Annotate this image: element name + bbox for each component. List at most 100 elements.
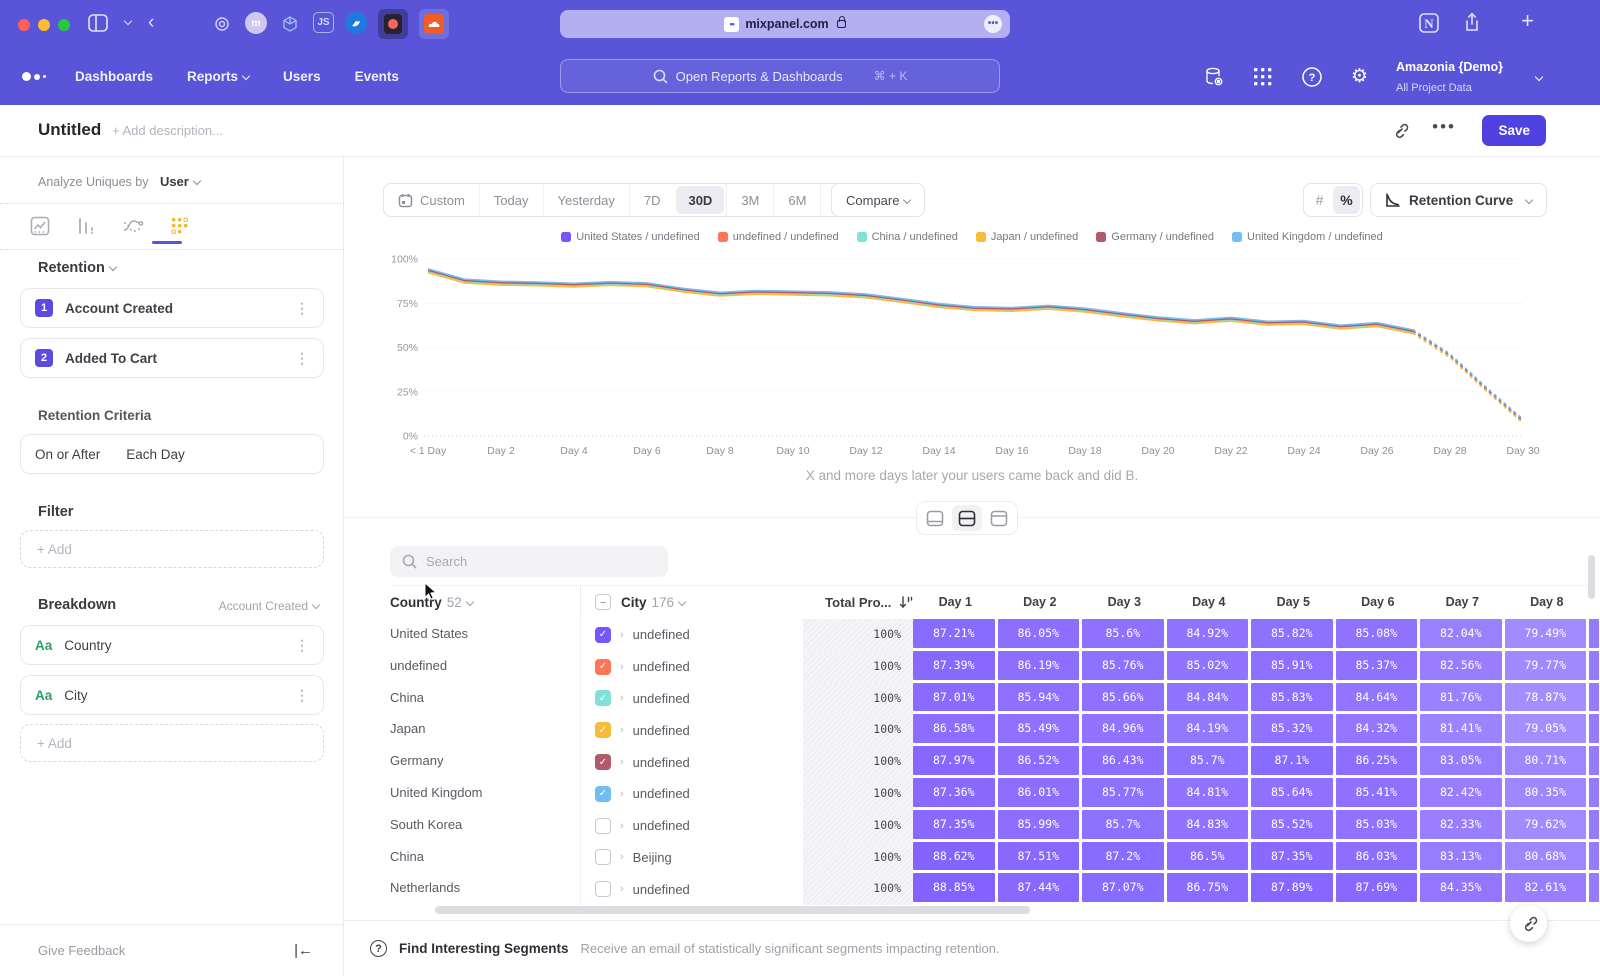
row-checkbox-checked[interactable]: ✓ <box>595 627 611 643</box>
city-label[interactable]: undefined <box>633 755 690 770</box>
row-checkbox-checked[interactable]: ✓ <box>595 786 611 802</box>
save-button[interactable]: Save <box>1482 115 1546 146</box>
step-1-kebab-icon[interactable]: ⋮ <box>295 300 309 317</box>
select-all-checkbox[interactable]: – <box>595 594 611 610</box>
retention-value-cell[interactable]: 84.64% <box>1336 683 1418 712</box>
day-column-header[interactable]: Day 3 <box>1082 595 1167 609</box>
expand-row-icon[interactable]: › <box>620 851 624 863</box>
tab-icon-box[interactable] <box>278 12 302 36</box>
address-bar[interactable]: •• mixpanel.com ••• <box>560 10 1010 38</box>
day-column-header[interactable]: Day 2 <box>998 595 1083 609</box>
retention-value-cell[interactable]: 87.07% <box>1082 873 1164 902</box>
share-link-fab[interactable] <box>1510 905 1547 942</box>
retention-value-cell[interactable]: 86.05% <box>998 619 1080 648</box>
retention-value-cell[interactable]: 86.58% <box>913 714 995 743</box>
range-3m[interactable]: 3M <box>726 184 773 216</box>
retention-value-cell[interactable]: 87.69% <box>1336 873 1418 902</box>
retention-value-cell[interactable]: 85.37% <box>1336 651 1418 680</box>
tab-icon-avatar[interactable]: m <box>245 12 267 34</box>
tab-retention-icon[interactable] <box>170 216 190 236</box>
expand-row-icon[interactable]: › <box>620 629 624 641</box>
city-label[interactable]: undefined <box>633 723 690 738</box>
tab-icon-bird[interactable] <box>345 12 367 34</box>
step-2-event[interactable]: Added To Cart <box>65 351 157 366</box>
table-search-input[interactable] <box>426 554 646 569</box>
help-icon[interactable]: ? <box>1301 66 1323 88</box>
retention-value-cell[interactable]: 84.84% <box>1167 683 1249 712</box>
city-label[interactable]: undefined <box>633 882 690 897</box>
global-search-input[interactable] <box>676 69 866 84</box>
minimize-window-button[interactable] <box>38 19 50 31</box>
mixpanel-logo[interactable] <box>22 72 46 81</box>
retention-step-2[interactable]: 2 Added To Cart ⋮ <box>20 338 324 378</box>
breakdown-country-label[interactable]: Country <box>64 638 111 653</box>
retention-value-cell[interactable]: 84.92% <box>1167 619 1249 648</box>
range-today[interactable]: Today <box>479 184 543 216</box>
absolute-mode-button[interactable]: # <box>1306 186 1333 214</box>
row-checkbox[interactable] <box>595 849 611 865</box>
retention-value-cell[interactable]: 85.02% <box>1167 651 1249 680</box>
country-cell[interactable]: South Korea <box>390 810 580 842</box>
retention-value-cell[interactable]: 87.35% <box>913 810 995 839</box>
city-label[interactable]: undefined <box>633 818 690 833</box>
retention-value-cell[interactable]: 82.61% <box>1505 873 1587 902</box>
give-feedback-link[interactable]: Give Feedback <box>38 943 125 958</box>
retention-value-cell[interactable]: 84.96% <box>1082 714 1164 743</box>
range-7d[interactable]: 7D <box>629 184 675 216</box>
nav-item-dashboards[interactable]: Dashboards <box>75 69 153 84</box>
percent-mode-button[interactable]: % <box>1333 186 1360 214</box>
retention-value-cell[interactable]: 85.32% <box>1251 714 1333 743</box>
city-label[interactable]: undefined <box>633 659 690 674</box>
retention-value-cell[interactable]: 85.77% <box>1082 778 1164 807</box>
retention-value-cell[interactable]: 87.39% <box>913 651 995 680</box>
retention-value-cell[interactable]: 81.76% <box>1420 683 1502 712</box>
retention-value-cell[interactable]: 87.35% <box>1251 842 1333 871</box>
retention-value-cell[interactable]: 85.41% <box>1336 778 1418 807</box>
data-management-icon[interactable] <box>1203 66 1225 88</box>
retention-value-cell[interactable]: 87.89% <box>1251 873 1333 902</box>
filter-add-button[interactable]: + Add <box>20 530 324 568</box>
country-cell[interactable]: Netherlands <box>390 873 580 905</box>
retention-value-cell[interactable]: 83.05% <box>1420 746 1502 775</box>
retention-value-cell[interactable]: 84.83% <box>1167 810 1249 839</box>
row-checkbox[interactable] <box>595 818 611 834</box>
global-search[interactable]: ⌘ + K <box>560 59 1000 93</box>
retention-step-1[interactable]: 1 Account Created ⋮ <box>20 288 324 328</box>
range-30d[interactable]: 30D <box>676 186 724 214</box>
retention-value-cell[interactable]: 83.13% <box>1420 842 1502 871</box>
expand-row-icon[interactable]: › <box>620 692 624 704</box>
retention-value-cell[interactable]: 85.49% <box>998 714 1080 743</box>
pinned-tabs[interactable]: m JS <box>210 12 449 39</box>
row-checkbox[interactable] <box>595 881 611 897</box>
window-controls[interactable] <box>18 18 78 36</box>
address-more-icon[interactable]: ••• <box>984 15 1002 33</box>
vertical-scrollbar[interactable] <box>1588 555 1595 599</box>
retention-value-cell[interactable]: 84.81% <box>1167 778 1249 807</box>
city-label[interactable]: Beijing <box>633 850 672 865</box>
criteria-interval[interactable]: Each Day <box>126 447 185 462</box>
retention-value-cell[interactable]: 87.51% <box>998 842 1080 871</box>
expand-row-icon[interactable]: › <box>620 661 624 673</box>
retention-value-cell[interactable]: 79.05% <box>1505 714 1587 743</box>
sidebar-toggle-icon[interactable] <box>88 14 108 37</box>
city-column-header[interactable]: – City176 <box>580 586 803 618</box>
tab-icon-soundcloud[interactable] <box>419 9 449 39</box>
retention-value-cell[interactable]: 86.75% <box>1167 873 1249 902</box>
retention-value-cell[interactable]: 85.91% <box>1251 651 1333 680</box>
nav-item-reports[interactable]: Reports <box>187 69 249 84</box>
notion-extension-icon[interactable]: N <box>1418 12 1440 39</box>
tab-flows-icon[interactable] <box>122 216 144 236</box>
retention-value-cell[interactable]: 86.25% <box>1336 746 1418 775</box>
row-checkbox-checked[interactable]: ✓ <box>595 754 611 770</box>
retention-value-cell[interactable]: 80.35% <box>1505 778 1587 807</box>
retention-value-cell[interactable]: 86.03% <box>1336 842 1418 871</box>
breakdown-country-kebab-icon[interactable]: ⋮ <box>295 637 309 654</box>
step-1-event[interactable]: Account Created <box>65 301 173 316</box>
retention-value-cell[interactable]: 79.77% <box>1505 651 1587 680</box>
row-checkbox-checked[interactable]: ✓ <box>595 659 611 675</box>
share-icon[interactable] <box>1462 12 1482 39</box>
retention-value-cell[interactable]: 79.49% <box>1505 619 1587 648</box>
retention-value-cell[interactable]: 85.6% <box>1082 619 1164 648</box>
new-tab-button[interactable]: + <box>1521 8 1534 34</box>
retention-value-cell[interactable]: 85.64% <box>1251 778 1333 807</box>
